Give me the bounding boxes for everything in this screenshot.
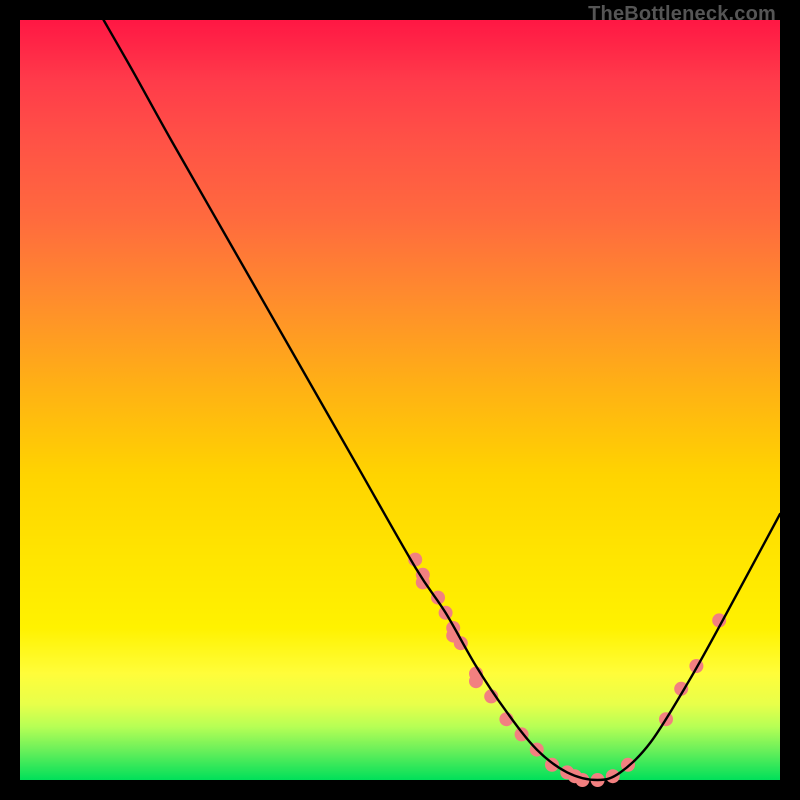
scatter-points <box>408 553 726 787</box>
chart-frame <box>20 20 780 780</box>
chart-svg <box>20 20 780 780</box>
scatter-point <box>469 674 483 688</box>
watermark-text: TheBottleneck.com <box>588 3 776 26</box>
bottleneck-curve <box>104 20 780 780</box>
